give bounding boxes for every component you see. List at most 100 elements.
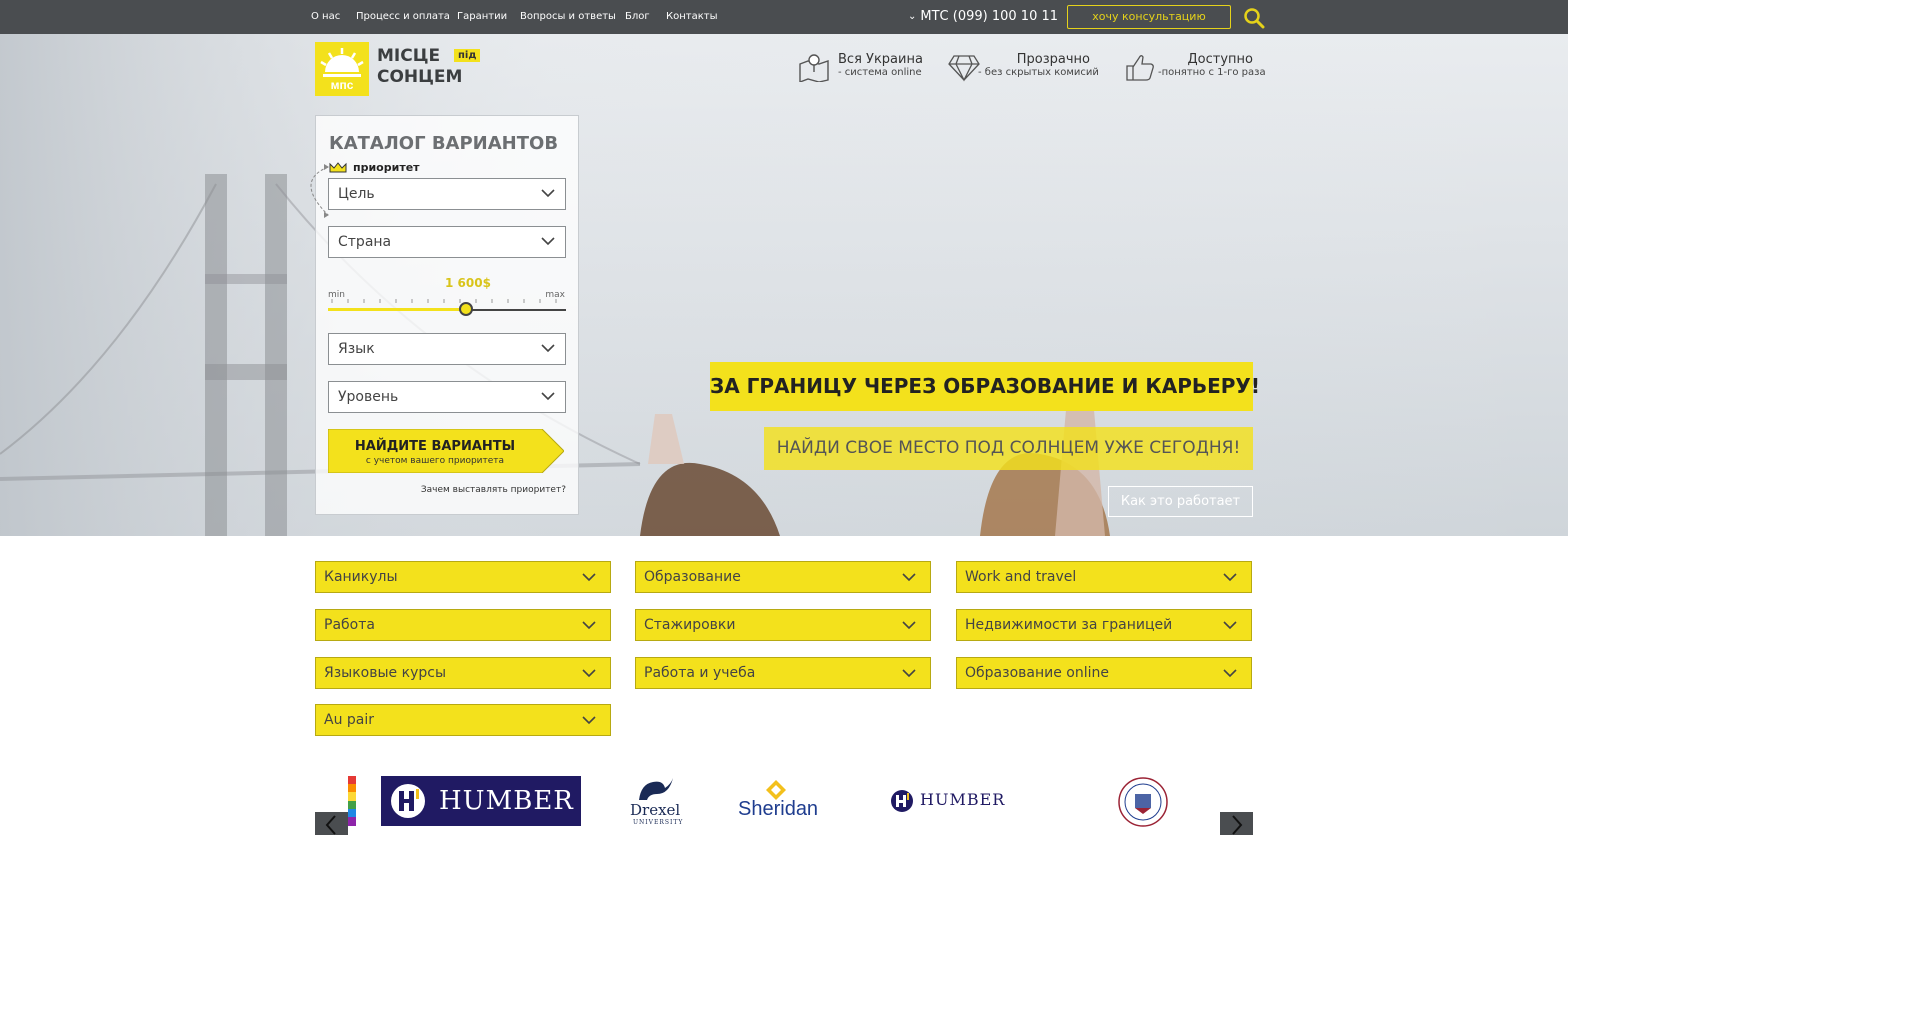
chevron-down-icon: [582, 621, 596, 630]
logo-emblem[interactable]: мпс: [315, 42, 369, 96]
chevron-right-icon: [1232, 815, 1243, 835]
diamond-icon: [948, 55, 980, 82]
why-priority-link[interactable]: Зачем выставлять приоритет?: [421, 485, 566, 495]
category-label: Au pair: [324, 712, 375, 728]
drexel-logo-text: Drexel: [630, 801, 681, 819]
humber-logo-small: HUMBER: [890, 788, 1010, 814]
category-au-pair[interactable]: Au pair: [315, 704, 611, 736]
hero-headline: ЗА ГРАНИЦУ ЧЕРЕЗ ОБРАЗОВАНИЕ И КАРЬЕРУ!: [710, 362, 1260, 411]
price-range-ticks: [331, 299, 557, 303]
priority-arrow-icon: [310, 164, 329, 218]
hero-subline: НАЙДИ СВОЕ МЕСТО ПОД СОЛНЦЕМ УЖЕ СЕГОДНЯ…: [764, 427, 1253, 470]
feature-title: Доступно: [1187, 52, 1253, 67]
chevron-down-icon: [582, 573, 596, 582]
humber-logo-large-text: HUMBER: [439, 786, 574, 816]
language-select-value: Язык: [338, 341, 375, 357]
price-range-value: 1 600$: [445, 276, 491, 290]
chevron-down-icon: ⌄: [908, 11, 917, 22]
chevron-down-icon: [902, 621, 916, 630]
language-select[interactable]: Язык: [328, 333, 566, 365]
logo-badge: під: [454, 49, 481, 62]
how-it-works-button[interactable]: Как это работает: [1108, 486, 1253, 517]
level-select[interactable]: Уровень: [328, 381, 566, 413]
carousel-prev-button[interactable]: [315, 812, 348, 835]
feature-subtitle: -понятно с 1-го раза: [1158, 67, 1266, 78]
chevron-down-icon: [1223, 573, 1237, 582]
category-label: Стажировки: [644, 617, 736, 633]
sheridan-logo-text: Sheridan: [738, 798, 819, 820]
category-online-education[interactable]: Образование online: [956, 657, 1252, 689]
humber-emblem-icon: [391, 784, 425, 818]
category-internships[interactable]: Стажировки: [635, 609, 931, 641]
nav-link-blog[interactable]: Блог: [625, 11, 650, 22]
partners-carousel: HUMBER Drexel UNIVERSITY Sheridan HUMBER: [0, 760, 1568, 835]
feature-title: Вся Украина: [838, 52, 923, 67]
sheridan-emblem-icon: [766, 780, 786, 800]
category-work[interactable]: Работа: [315, 609, 611, 641]
sheridan-logo: Sheridan: [738, 780, 834, 824]
category-work-and-study[interactable]: Работа и учеба: [635, 657, 931, 689]
sun-icon: мпс: [320, 48, 364, 92]
category-real-estate-abroad[interactable]: Недвижимости за границей: [956, 609, 1252, 641]
catalog-panel: КАТАЛОГ ВАРИАНТОВ приоритет Цель Страна …: [310, 115, 579, 515]
phone-selector[interactable]: ⌄ МТС (099) 100 10 11: [908, 9, 1058, 24]
chevron-down-icon: [1223, 621, 1237, 630]
nav-link-faq[interactable]: Вопросы и ответы: [520, 11, 616, 22]
category-label: Каникулы: [324, 569, 398, 585]
goal-select-value: Цель: [338, 186, 375, 202]
top-bar: О нас Процесс и оплата Гарантии Вопросы …: [0, 0, 1568, 34]
logo-emblem-text: мпс: [331, 78, 354, 92]
category-work-and-travel[interactable]: Work and travel: [956, 561, 1252, 593]
nav-link-guarantees[interactable]: Гарантии: [457, 11, 507, 22]
price-range-handle[interactable]: [459, 302, 474, 316]
humber-emblem-icon: [891, 790, 913, 812]
feature-subtitle: - без скрытых комисий: [978, 67, 1099, 78]
level-select-value: Уровень: [338, 389, 399, 405]
feature-title: Прозрачно: [1016, 52, 1090, 67]
goal-select[interactable]: Цель: [328, 178, 566, 210]
carousel-next-button[interactable]: [1220, 812, 1253, 835]
crown-icon: [329, 162, 347, 173]
map-icon: [799, 54, 829, 82]
category-language-courses[interactable]: Языковые курсы: [315, 657, 611, 689]
category-label: Работа: [324, 617, 375, 633]
chevron-down-icon: [541, 392, 555, 401]
search-icon[interactable]: [1243, 7, 1265, 29]
chevron-down-icon: [582, 669, 596, 678]
consultation-button[interactable]: хочу консультацию: [1067, 5, 1231, 29]
category-label: Недвижимости за границей: [965, 617, 1173, 633]
find-options-button-subtitle: с учетом вашего приоритета: [365, 456, 505, 466]
feature-all-ukraine: Вся Украина - система online: [838, 52, 923, 78]
category-label: Образование online: [965, 665, 1109, 681]
feature-accessible: Доступно -понятно с 1-го раза: [1158, 52, 1266, 78]
category-vacations[interactable]: Каникулы: [315, 561, 611, 593]
chevron-down-icon: [541, 237, 555, 246]
thumbs-up-icon: [1126, 55, 1154, 81]
chevron-down-icon: [541, 344, 555, 353]
chevron-down-icon: [541, 189, 555, 198]
logo-line-1: МІСЦЕ: [377, 46, 441, 66]
find-options-button-title: НАЙДИТЕ ВАРИАНТЫ: [354, 439, 516, 454]
logo-wordmark[interactable]: МІСЦЕ СОНЦЕМ: [377, 46, 462, 88]
chevron-down-icon: [582, 716, 596, 725]
drexel-logo: Drexel UNIVERSITY: [628, 774, 682, 830]
drexel-logo-subtext: UNIVERSITY: [633, 819, 684, 826]
chevron-down-icon: [902, 669, 916, 678]
nav-link-contacts[interactable]: Контакты: [666, 11, 717, 22]
priority-label: приоритет: [353, 161, 420, 174]
chevron-down-icon: [902, 573, 916, 582]
price-range-fill: [328, 308, 467, 311]
country-select-value: Страна: [338, 234, 392, 250]
nav-link-about[interactable]: О нас: [311, 11, 340, 22]
chevron-down-icon: [1223, 669, 1237, 678]
university-seal-logo: [1118, 777, 1168, 827]
category-label: Работа и учеба: [644, 665, 756, 681]
catalog-title: КАТАЛОГ ВАРИАНТОВ: [329, 133, 559, 154]
logo-line-2: СОНЦЕМ: [377, 67, 463, 87]
dragon-icon: [639, 778, 673, 800]
category-education[interactable]: Образование: [635, 561, 931, 593]
feature-subtitle: - система online: [838, 67, 922, 78]
country-select[interactable]: Страна: [328, 226, 566, 258]
nav-link-process[interactable]: Процесс и оплата: [356, 11, 450, 22]
phone-number: МТС (099) 100 10 11: [920, 9, 1059, 24]
